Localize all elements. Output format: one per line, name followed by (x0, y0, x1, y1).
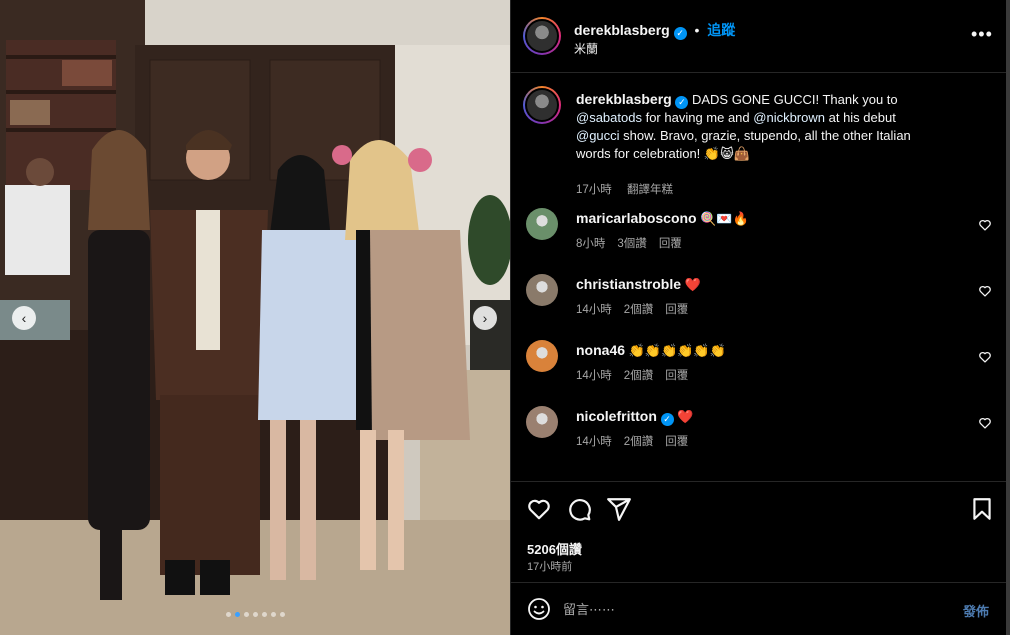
carousel-indicator (0, 612, 510, 617)
reply-button[interactable]: 回覆 (665, 370, 688, 382)
caption-text-part: at his debut (825, 110, 896, 125)
comment-username[interactable]: nicolefritton (576, 408, 657, 424)
avatar[interactable] (526, 340, 558, 372)
follow-button[interactable]: 追蹤 (707, 22, 735, 38)
comment-composer: 發佈 (511, 582, 1007, 635)
carousel-dot (225, 612, 231, 617)
caption-text: derekblasberg ✓ DADS GONE GUCCI! Thank y… (576, 90, 936, 163)
comments-section[interactable]: derekblasberg ✓ DADS GONE GUCCI! Thank y… (511, 74, 1007, 481)
share-icon[interactable] (606, 496, 632, 522)
comment-text: ❤️ (684, 277, 701, 292)
comment-item: christianstroble ❤️ 14小時 2個讚 回覆 (523, 274, 993, 334)
avatar[interactable] (523, 17, 561, 55)
heart-icon[interactable] (526, 496, 552, 522)
comment-time: 14小時 (576, 436, 612, 448)
emoji-icon[interactable] (527, 597, 551, 621)
comment-item: maricarlaboscono 🍭💌🔥 8小時 3個讚 回覆 (523, 208, 993, 268)
comment-likes[interactable]: 2個讚 (624, 304, 653, 316)
likes-count[interactable]: 5206個讚 (527, 539, 582, 558)
reply-button[interactable]: 回覆 (665, 304, 688, 316)
heart-icon[interactable] (978, 218, 992, 232)
comment-body: nona46 👏👏👏👏👏👏 (576, 342, 726, 359)
comment-text: ❤️ (677, 409, 694, 424)
mention-link[interactable]: @gucci (576, 128, 620, 143)
comment-time: 14小時 (576, 370, 612, 382)
heart-icon[interactable] (978, 416, 992, 430)
verified-badge-icon: ✓ (673, 27, 687, 40)
post-photo[interactable]: ‹ › (0, 0, 510, 635)
comment-username[interactable]: christianstroble (576, 276, 681, 292)
comment-likes[interactable]: 3個讚 (617, 238, 646, 250)
caption-meta: 17小時 翻譯年糕 (576, 181, 685, 197)
carousel-dot (252, 612, 258, 617)
separator-dot: • (694, 22, 700, 38)
comment-text: 👏👏👏👏👏👏 (628, 343, 726, 358)
caption-username[interactable]: derekblasberg (576, 91, 672, 107)
comment-meta: 14小時 2個讚 回覆 (576, 433, 700, 449)
bookmark-icon[interactable] (969, 496, 995, 522)
avatar[interactable] (526, 274, 558, 306)
author-username[interactable]: derekblasberg (574, 22, 670, 38)
carousel-dot (261, 612, 267, 617)
location-label[interactable]: 米蘭 (574, 40, 598, 57)
post-timestamp: 17小時前 (527, 561, 573, 573)
comment-icon[interactable] (566, 496, 592, 522)
mention-link[interactable]: @sabatods (576, 110, 642, 125)
more-horizontal-icon: ••• (971, 24, 993, 44)
avatar[interactable] (523, 86, 561, 124)
caption-text-part: show. Bravo, grazie, stupendo, all the o… (576, 128, 911, 161)
carousel-dot (279, 612, 285, 617)
verified-badge-icon: ✓ (660, 413, 674, 426)
caption-time: 17小時 (576, 184, 612, 196)
carousel-dot (270, 612, 276, 617)
heart-icon[interactable] (978, 350, 992, 364)
mention-link[interactable]: @nickbrown (753, 110, 825, 125)
carousel-next-button[interactable]: › (473, 306, 497, 330)
comment-text: 🍭💌🔥 (700, 211, 749, 226)
comment-username[interactable]: nona46 (576, 342, 625, 358)
carousel-dot (234, 612, 240, 617)
comment-item: nona46 👏👏👏👏👏👏 14小時 2個讚 回覆 (523, 340, 993, 400)
translate-link[interactable]: 翻譯年糕 (627, 184, 673, 196)
comment-body: nicolefritton ✓ ❤️ (576, 408, 693, 426)
avatar[interactable] (526, 406, 558, 438)
more-options-button[interactable]: ••• (971, 24, 993, 45)
comment-likes[interactable]: 2個讚 (624, 370, 653, 382)
comment-time: 8小時 (576, 238, 606, 250)
chevron-left-icon: ‹ (21, 310, 27, 326)
post-header: derekblasberg ✓ • 追蹤 米蘭 ••• (511, 0, 1007, 73)
window-scrollbar[interactable] (1006, 0, 1010, 635)
comment-username[interactable]: maricarlaboscono (576, 210, 697, 226)
action-bar: 5206個讚 17小時前 (511, 481, 1007, 581)
reply-button[interactable]: 回覆 (659, 238, 682, 250)
comment-meta: 8小時 3個讚 回覆 (576, 235, 694, 251)
comment-item: nicolefritton ✓ ❤️ 14小時 2個讚 回覆 (523, 406, 993, 466)
header-author-line: derekblasberg ✓ • 追蹤 (574, 20, 735, 40)
caption-text-part: DADS GONE GUCCI! Thank you to (691, 92, 898, 107)
comment-likes[interactable]: 2個讚 (624, 436, 653, 448)
reply-button[interactable]: 回覆 (665, 436, 688, 448)
heart-icon[interactable] (978, 284, 992, 298)
comment-meta: 14小時 2個讚 回覆 (576, 301, 700, 317)
carousel-dot (243, 612, 249, 617)
comment-body: christianstroble ❤️ (576, 276, 701, 293)
comment-time: 14小時 (576, 304, 612, 316)
post-comment-button[interactable]: 發佈 (963, 601, 989, 620)
photo-illustration (0, 0, 510, 635)
verified-badge-icon: ✓ (675, 96, 689, 109)
carousel-prev-button[interactable]: ‹ (12, 306, 36, 330)
comment-meta: 14小時 2個讚 回覆 (576, 367, 700, 383)
post-detail-panel: derekblasberg ✓ • 追蹤 米蘭 ••• derekblasber… (510, 0, 1010, 635)
comment-input[interactable] (563, 596, 933, 622)
avatar[interactable] (526, 208, 558, 240)
comment-body: maricarlaboscono 🍭💌🔥 (576, 210, 749, 227)
chevron-right-icon: › (482, 310, 488, 326)
caption-text-part: for having me and (641, 110, 754, 125)
